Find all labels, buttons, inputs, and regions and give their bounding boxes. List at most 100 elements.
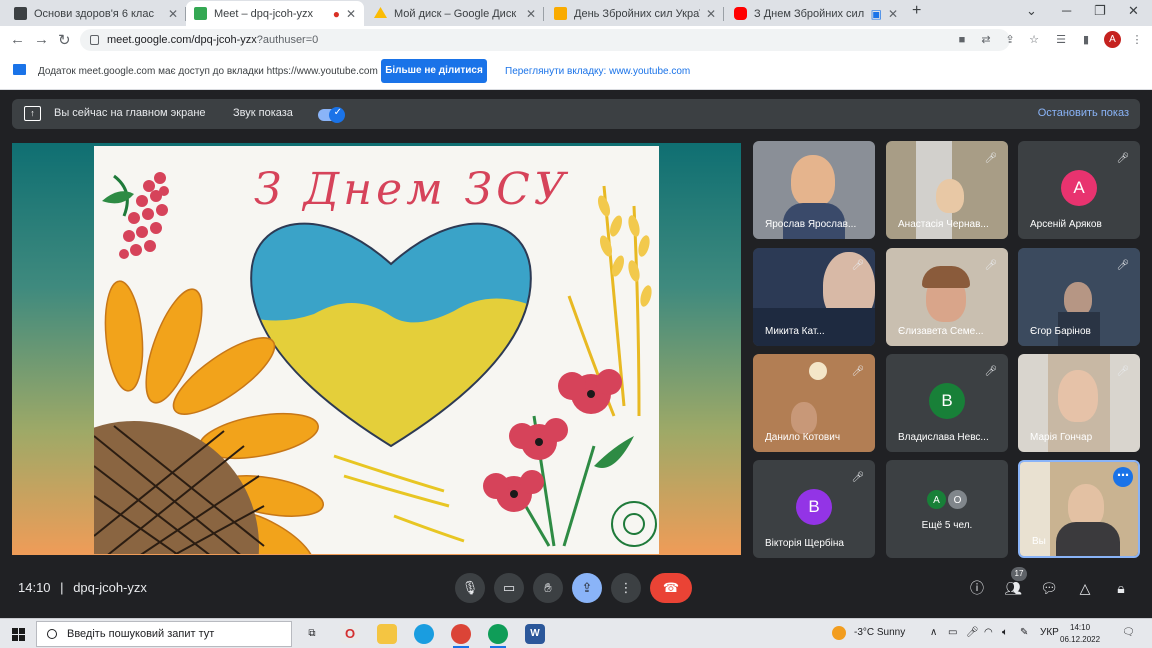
participant-tile[interactable]: A 🎤︎ Арсеній Аряков: [1018, 141, 1140, 239]
close-icon[interactable]: ✕: [888, 7, 898, 21]
slides-icon: [554, 7, 567, 20]
participant-tile[interactable]: 🎤︎ Микита Кат...: [753, 248, 875, 346]
participant-tile[interactable]: 🎤︎ Марія Гончар: [1018, 354, 1140, 452]
poppies: [483, 369, 634, 547]
edge-icon[interactable]: [414, 624, 434, 644]
browser-tab-meet[interactable]: Meet – dpq-jcoh-yzx ● ✕: [186, 1, 364, 26]
presentation-audio-toggle[interactable]: ✓: [318, 107, 345, 123]
participant-tile[interactable]: Ярослав Ярослав...: [753, 141, 875, 239]
chat-icon[interactable]: 💬︎: [1039, 578, 1059, 598]
language-indicator[interactable]: УКР: [1040, 627, 1059, 638]
windows-taskbar: Введіть пошуковий запит тут ⧉ O W -3°C S…: [0, 618, 1152, 648]
chrome-profile-icon[interactable]: [488, 624, 508, 648]
mic-tray-icon[interactable]: 🎤︎: [966, 627, 979, 638]
present-now-button[interactable]: ⇪: [572, 573, 602, 603]
more-participants-tile[interactable]: A O Ещё 5 чел.: [886, 460, 1008, 558]
participant-tile[interactable]: 🎤︎ Єгор Барінов: [1018, 248, 1140, 346]
bookmark-star-icon[interactable]: ☆: [1027, 33, 1041, 47]
close-icon[interactable]: ✕: [168, 7, 178, 21]
menu-kebab-icon[interactable]: ⋮: [1130, 33, 1144, 47]
classroom-icon: [14, 7, 27, 20]
participant-tile[interactable]: B 🎤︎ Владислава Невс...: [886, 354, 1008, 452]
youtube-icon: [734, 7, 747, 20]
back-icon[interactable]: ←: [10, 31, 25, 48]
school-stamp: [611, 501, 657, 547]
participant-avatar: B: [796, 489, 832, 525]
screen-share-icon: [13, 64, 26, 75]
host-controls-icon[interactable]: 🔒︎: [1111, 578, 1131, 598]
opera-icon[interactable]: O: [340, 624, 360, 644]
tab-title: День Збройних сил України.ppt: [574, 7, 700, 20]
switch-to-tab-link[interactable]: Переглянути вкладку: www.youtube.com: [505, 66, 690, 77]
close-icon[interactable]: ✕: [706, 7, 716, 21]
self-tile[interactable]: ⋯ Вы: [1018, 460, 1140, 558]
participant-name: Єлизавета Семе...: [898, 326, 984, 337]
activities-icon[interactable]: △: [1075, 578, 1095, 598]
close-icon[interactable]: ✕: [526, 7, 536, 21]
taskbar-search-input[interactable]: Введіть пошуковий запит тут: [36, 621, 292, 647]
shared-screen: З Днем ЗСУ: [12, 143, 741, 555]
people-icon[interactable]: 👥︎: [1003, 578, 1023, 598]
weather-text[interactable]: -3°C Sunny: [854, 627, 905, 638]
reload-icon[interactable]: ↻: [58, 31, 71, 49]
leave-call-button[interactable]: ☎︎: [650, 573, 692, 603]
wifi-icon[interactable]: ◠: [984, 627, 993, 638]
side-panel-icon[interactable]: ▮: [1079, 33, 1093, 47]
recording-dot-icon: ●: [332, 6, 340, 21]
reading-list-icon[interactable]: ☰: [1054, 33, 1068, 47]
stop-presenting-button[interactable]: Остановить показ: [1038, 107, 1129, 119]
microphone-button[interactable]: 🎙︎: [455, 573, 485, 603]
chrome-icon[interactable]: [451, 624, 471, 648]
forward-icon[interactable]: →: [34, 31, 49, 48]
tab-search-icon[interactable]: ⌄: [1026, 3, 1037, 19]
close-icon[interactable]: ✕: [346, 7, 356, 21]
word-icon[interactable]: W: [525, 624, 545, 644]
camera-button[interactable]: ▭: [494, 573, 524, 603]
browser-tab-osnovy[interactable]: Основи здоров'я 6 клас ✕: [6, 1, 186, 26]
task-view-icon[interactable]: ⧉: [302, 624, 322, 644]
participant-name: Арсеній Аряков: [1030, 219, 1102, 230]
participant-tile[interactable]: 🎤︎ Єлизавета Семе...: [886, 248, 1008, 346]
participant-avatar: O: [947, 489, 968, 510]
participant-name: Данило Котович: [765, 432, 841, 443]
tile-options-button[interactable]: ⋯: [1113, 467, 1133, 487]
participant-name: Вікторія Щербіна: [765, 538, 844, 549]
meeting-time: 14:10: [18, 580, 51, 595]
raise-hand-button[interactable]: ✋︎: [533, 573, 563, 603]
browser-tab-slides[interactable]: День Збройних сил України.ppt ✕: [546, 1, 724, 26]
mic-off-icon: 🎤︎: [1116, 260, 1130, 271]
network-icon[interactable]: ▭: [948, 627, 957, 638]
tab-title: Meet – dpq-jcoh-yzx: [214, 7, 314, 20]
tray-chevron-icon[interactable]: ∧: [930, 627, 937, 638]
participant-tile[interactable]: 🎤︎ Анастасія Чернав...: [886, 141, 1008, 239]
taskbar-clock[interactable]: 14:10 06.12.2022: [1060, 622, 1100, 646]
profile-avatar[interactable]: A: [1104, 31, 1121, 48]
participant-name: Вы: [1032, 536, 1046, 547]
translate-icon[interactable]: ⇄: [979, 33, 993, 47]
participant-name: Анастасія Чернав...: [898, 219, 989, 230]
meeting-details-icon[interactable]: ⓘ: [967, 578, 987, 598]
participant-tile[interactable]: 🎤︎ Данило Котович: [753, 354, 875, 452]
mic-off-icon: 🎤︎: [1116, 366, 1130, 377]
pen-icon[interactable]: ✎: [1020, 627, 1028, 638]
participant-tile[interactable]: B 🎤︎ Вікторія Щербіна: [753, 460, 875, 558]
minimize-icon[interactable]: ─: [1062, 3, 1071, 18]
new-tab-button[interactable]: +: [912, 2, 921, 20]
stop-sharing-button[interactable]: Більше не ділитися: [381, 59, 487, 83]
maximize-icon[interactable]: ❐: [1094, 3, 1106, 19]
sound-icon[interactable]: 🔈︎: [1002, 627, 1008, 638]
url-host: meet.google.com/dpq-jcoh-yzx: [107, 34, 257, 46]
close-window-icon[interactable]: ✕: [1128, 3, 1139, 19]
windows-start-icon[interactable]: [12, 628, 25, 641]
camera-in-use-icon[interactable]: ■: [955, 33, 969, 47]
share-page-icon[interactable]: ⇪: [1003, 33, 1017, 47]
lock-icon: [90, 35, 99, 45]
file-explorer-icon[interactable]: [377, 624, 397, 644]
browser-tab-youtube[interactable]: З Днем Збройних сил Укра ▣ ✕: [726, 1, 906, 26]
notifications-icon[interactable]: 🗨︎: [1122, 627, 1135, 638]
more-options-button[interactable]: ⋮: [611, 573, 641, 603]
grass-strokes: [333, 454, 465, 543]
browser-tab-drive[interactable]: Мой диск – Google Диск ✕: [366, 1, 544, 26]
url-input[interactable]: meet.google.com/dpq-jcoh-yzx ?authuser=0: [80, 29, 1010, 51]
mic-off-icon: 🎤︎: [984, 260, 998, 271]
